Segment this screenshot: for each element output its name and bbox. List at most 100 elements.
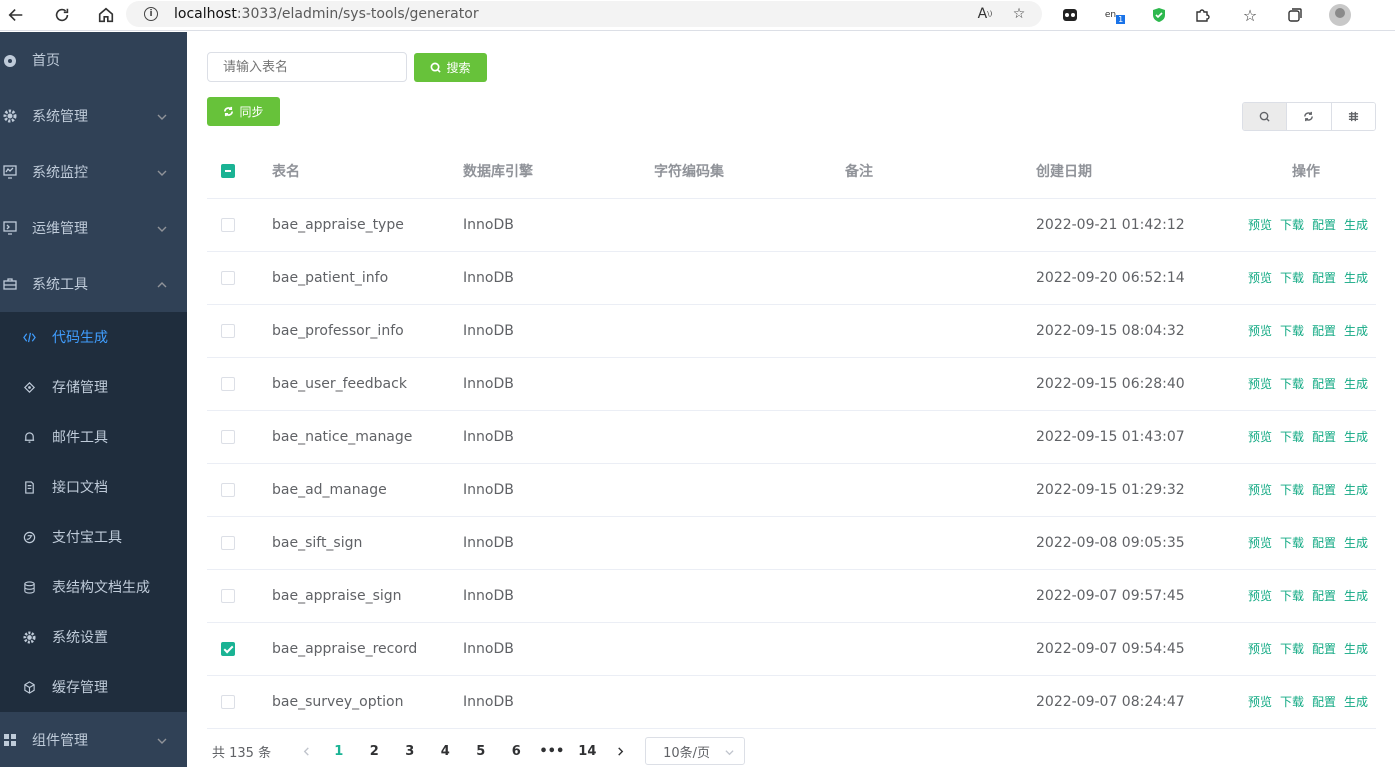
toggle-search-button[interactable] [1243,103,1287,130]
read-aloud-icon[interactable]: A \) [975,4,995,24]
prev-page-button[interactable] [291,746,321,756]
shield-extension-icon[interactable] [1147,3,1171,27]
config-link[interactable]: 配置 [1312,640,1336,657]
config-link[interactable]: 配置 [1312,269,1336,286]
row-checkbox[interactable] [221,217,235,232]
preview-link[interactable]: 预览 [1248,693,1272,710]
address-bar[interactable]: i localhost:3033/eladmin/sys-tools/gener… [126,1,1042,27]
submenu-item-email[interactable]: 邮件工具 [0,412,187,462]
preview-link[interactable]: 预览 [1248,428,1272,445]
generate-link[interactable]: 生成 [1344,375,1368,392]
generate-link[interactable]: 生成 [1344,481,1368,498]
page-ellipsis[interactable]: ••• [534,744,570,759]
submenu-item-codegen[interactable]: 代码生成 [0,312,187,362]
download-link[interactable]: 下载 [1280,428,1304,445]
page-number[interactable]: 1 [321,744,357,759]
preview-link[interactable]: 预览 [1248,216,1272,233]
home-button[interactable] [90,2,122,28]
generate-link[interactable]: 生成 [1344,587,1368,604]
preview-link[interactable]: 预览 [1248,481,1272,498]
submenu-item-cache[interactable]: 缓存管理 [0,662,187,712]
submenu-item-api-docs[interactable]: 接口文档 [0,462,187,512]
page-size-select[interactable]: 10条/页 [645,737,746,765]
download-link[interactable]: 下载 [1280,269,1304,286]
cell-created-date: 2022-09-07 09:57:45 [1036,569,1236,623]
sidebar-item-monitor[interactable]: 系统监控 [0,144,187,200]
next-page-button[interactable] [605,746,635,756]
download-link[interactable]: 下载 [1280,693,1304,710]
generate-link[interactable]: 生成 [1344,322,1368,339]
add-favorite-icon[interactable]: ☆ [1009,4,1029,24]
preview-link[interactable]: 预览 [1248,534,1272,551]
preview-link[interactable]: 预览 [1248,587,1272,604]
search-button[interactable]: 搜索 [414,53,487,82]
row-checkbox-cell [207,675,272,729]
row-checkbox[interactable] [221,429,235,444]
sidebar-item-ops[interactable]: 运维管理 [0,200,187,256]
generate-link[interactable]: 生成 [1344,534,1368,551]
sync-button[interactable]: 同步 [207,97,280,126]
submenu-item-alipay[interactable]: 支付宝工具 [0,512,187,562]
extension-icon[interactable] [1058,3,1082,27]
page-number[interactable]: 5 [463,744,499,759]
config-link[interactable]: 配置 [1312,216,1336,233]
download-link[interactable]: 下载 [1280,375,1304,392]
sidebar-item-home[interactable]: 首页 [0,32,187,88]
sidebar-item-system[interactable]: 系统管理 [0,88,187,144]
config-link[interactable]: 配置 [1312,534,1336,551]
download-link[interactable]: 下载 [1280,640,1304,657]
config-link[interactable]: 配置 [1312,322,1336,339]
row-checkbox[interactable] [221,270,235,285]
download-link[interactable]: 下载 [1280,216,1304,233]
row-checkbox[interactable] [221,535,235,550]
page-number[interactable]: 2 [357,744,393,759]
download-link[interactable]: 下载 [1280,534,1304,551]
config-link[interactable]: 配置 [1312,587,1336,604]
page-number[interactable]: 6 [499,744,535,759]
back-button[interactable] [0,2,32,28]
config-link[interactable]: 配置 [1312,428,1336,445]
config-link[interactable]: 配置 [1312,481,1336,498]
select-all-checkbox[interactable] [221,164,235,179]
generate-link[interactable]: 生成 [1344,693,1368,710]
preview-link[interactable]: 预览 [1248,322,1272,339]
submenu-item-settings[interactable]: 系统设置 [0,612,187,662]
config-link[interactable]: 配置 [1312,375,1336,392]
row-checkbox[interactable] [221,482,235,497]
page-number[interactable]: 3 [392,744,428,759]
row-checkbox[interactable] [221,323,235,338]
generate-link[interactable]: 生成 [1344,640,1368,657]
grid-icon [1348,111,1358,122]
profile-avatar[interactable] [1328,3,1352,27]
collections-icon[interactable] [1283,3,1307,27]
download-link[interactable]: 下载 [1280,481,1304,498]
preview-link[interactable]: 预览 [1248,640,1272,657]
page-number[interactable]: 4 [428,744,464,759]
row-checkbox[interactable] [221,376,235,391]
favorites-icon[interactable]: ☆ [1238,3,1262,27]
config-link[interactable]: 配置 [1312,693,1336,710]
puzzle-icon[interactable] [1190,3,1214,27]
table-name-search-input[interactable] [207,52,407,82]
row-checkbox[interactable] [221,694,235,709]
cell-engine: InnoDB [463,463,654,517]
row-checkbox[interactable] [221,588,235,603]
preview-link[interactable]: 预览 [1248,375,1272,392]
download-link[interactable]: 下载 [1280,322,1304,339]
columns-button[interactable] [1330,103,1375,130]
generate-link[interactable]: 生成 [1344,428,1368,445]
submenu-item-storage[interactable]: 存储管理 [0,362,187,412]
sidebar-item-tools[interactable]: 系统工具 [0,256,187,312]
desktop-icon [3,221,17,235]
refresh-button[interactable] [1286,103,1331,130]
row-checkbox[interactable] [221,641,235,656]
download-link[interactable]: 下载 [1280,587,1304,604]
generate-link[interactable]: 生成 [1344,216,1368,233]
generate-link[interactable]: 生成 [1344,269,1368,286]
reload-button[interactable] [46,2,78,28]
page-number[interactable]: 14 [570,744,606,759]
sidebar-item-components[interactable]: 组件管理 [0,712,187,768]
translate-extension-icon[interactable]: en 1 [1103,3,1127,27]
preview-link[interactable]: 预览 [1248,269,1272,286]
submenu-item-schema-docs[interactable]: 表结构文档生成 [0,562,187,612]
